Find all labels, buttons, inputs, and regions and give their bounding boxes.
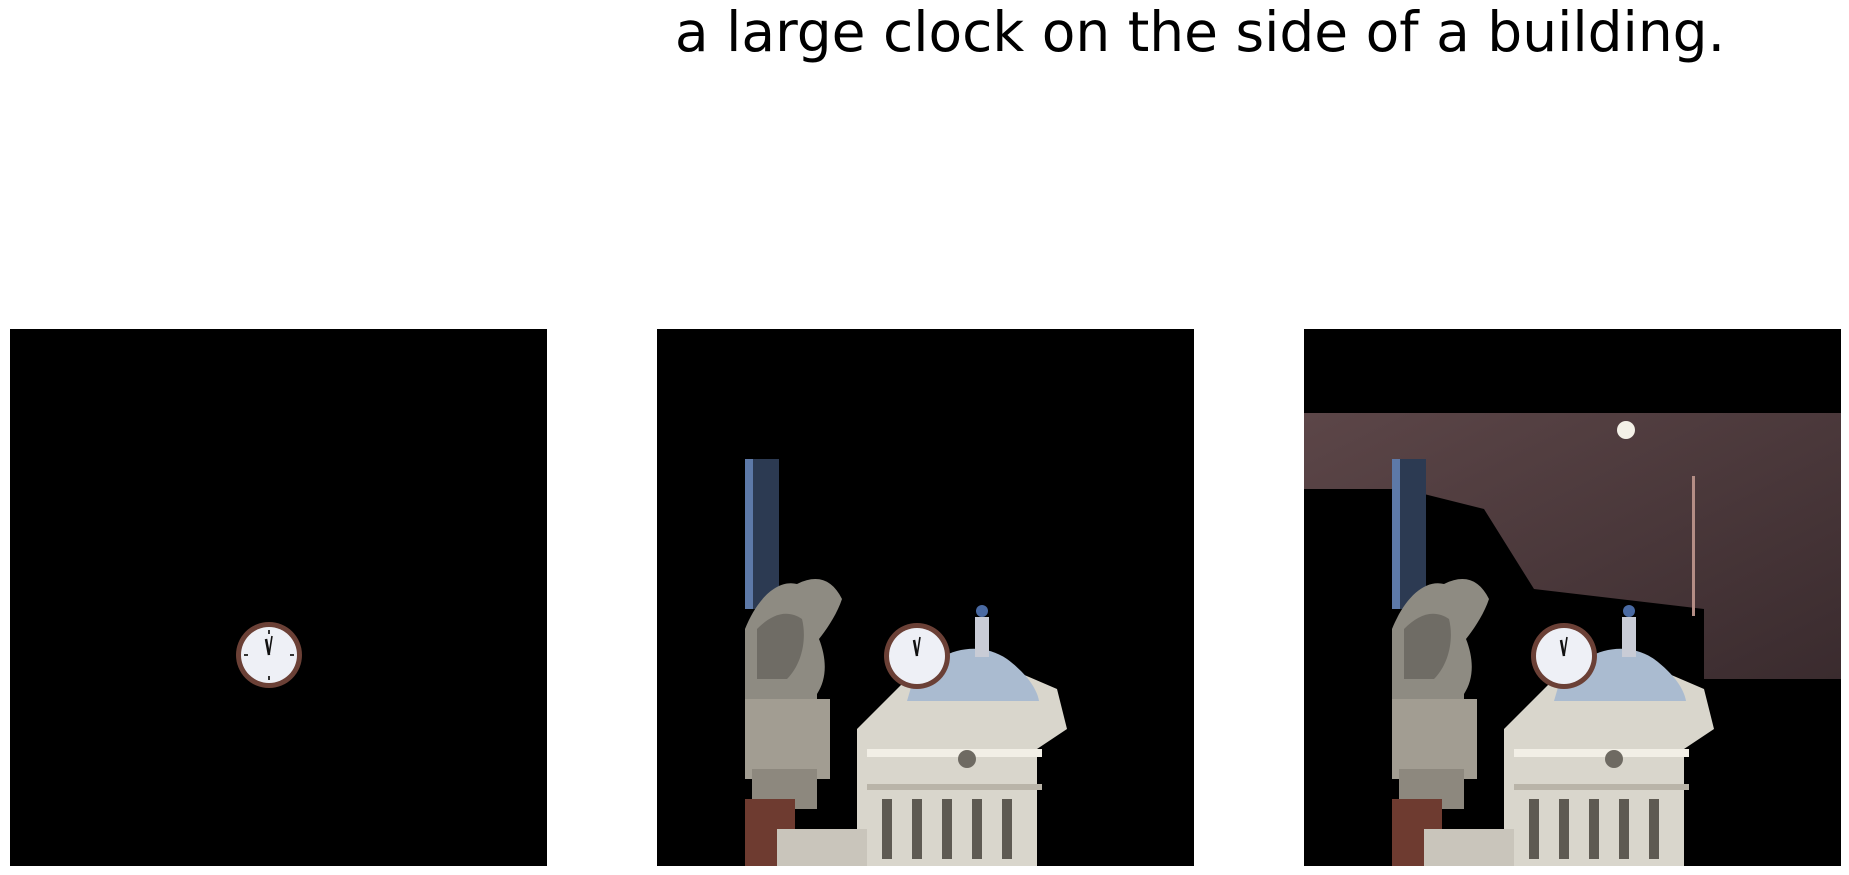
clock-only-image <box>10 329 547 866</box>
moon <box>1617 421 1635 439</box>
full-scene-image <box>1304 329 1841 866</box>
column <box>745 459 779 609</box>
image-panel-1 <box>10 329 547 866</box>
image-panel-3 <box>1304 329 1841 866</box>
clock-building-image <box>657 329 1194 866</box>
caption: a large clock on the side of a building. <box>674 0 1726 64</box>
pole <box>1692 476 1695 616</box>
image-panel-2 <box>657 329 1194 866</box>
clock <box>1531 623 1597 689</box>
clock <box>884 623 950 689</box>
clock <box>236 622 302 688</box>
